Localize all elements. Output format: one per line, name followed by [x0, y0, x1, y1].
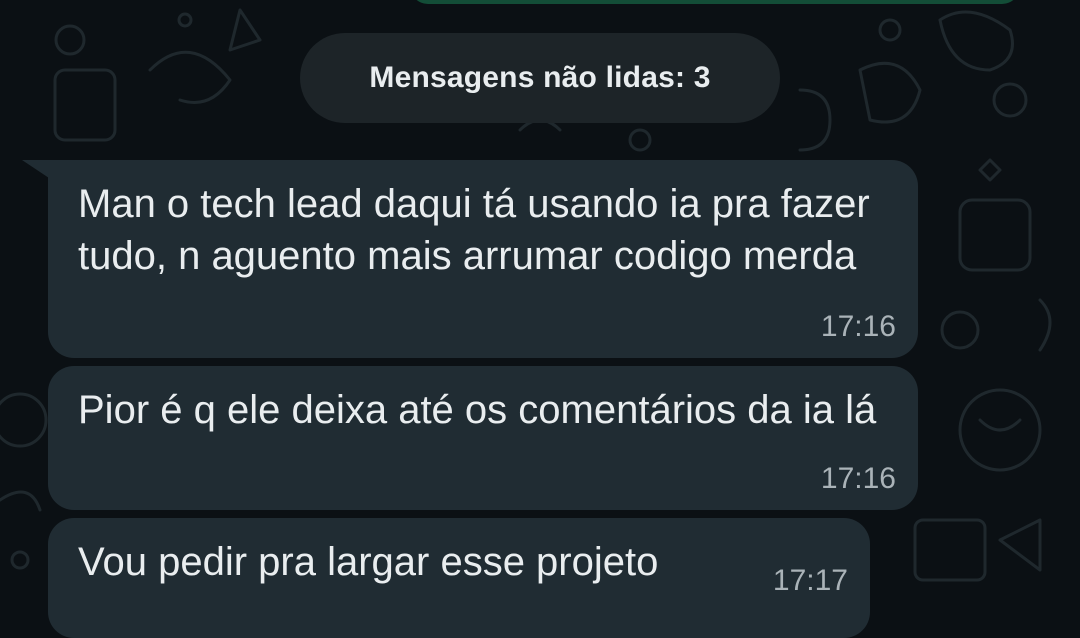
unread-messages-separator: Mensagens não lidas: 3: [300, 33, 780, 123]
unread-messages-label: Mensagens não lidas: 3: [369, 61, 711, 94]
incoming-message-bubble[interactable]: Man o tech lead daqui tá usando ia pra f…: [48, 160, 918, 358]
previous-outgoing-message-edge[interactable]: [410, 0, 1020, 4]
message-timestamp: 17:17: [772, 564, 848, 597]
incoming-message-bubble[interactable]: Pior é q ele deixa até os comentários da…: [48, 366, 918, 510]
message-text: Vou pedir pra largar esse projeto: [78, 540, 659, 584]
message-text: Pior é q ele deixa até os comentários da…: [78, 388, 877, 432]
message-timestamp: 17:16: [820, 462, 896, 495]
incoming-message-bubble[interactable]: Vou pedir pra largar esse projeto 17:17: [48, 518, 870, 638]
message-text: Man o tech lead daqui tá usando ia pra f…: [78, 182, 870, 278]
message-timestamp: 17:16: [820, 310, 896, 343]
